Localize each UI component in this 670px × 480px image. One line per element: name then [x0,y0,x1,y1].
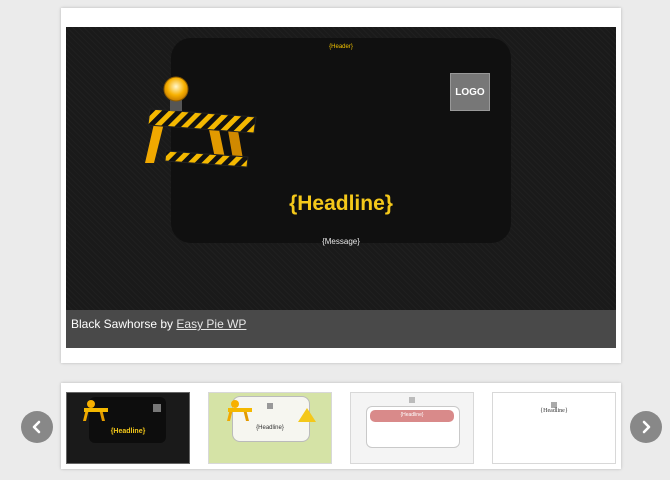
prev-button[interactable] [21,411,53,443]
next-button[interactable] [630,411,662,443]
chevron-right-icon [642,420,651,434]
thumb-headline: {Headline} [400,412,424,418]
thumbnail-green[interactable]: {Headline} [208,392,332,464]
logo-placeholder [153,404,161,412]
caption-bar: Black Sawhorse by Easy Pie WP [66,310,616,348]
author-link[interactable]: Easy Pie WP [176,317,246,331]
thumbnail-red-band[interactable]: {Headline} [350,392,474,464]
header-placeholder: {Header} [329,44,353,50]
thumbnail-strip: {Headline} {Headline} {Headline} {Headli… [61,383,621,469]
thumb-headline: {Headline} [256,425,284,431]
thumb-headline: {Headline} [110,428,146,435]
thumbnail-black-sawhorse[interactable]: {Headline} [66,392,190,464]
slide-caption: Black Sawhorse by Easy Pie WP [71,317,246,331]
slide-preview: {Header} LOGO {Headline} {Message} Black… [66,27,616,348]
sawhorse-icon [83,400,108,421]
thumbnail-white[interactable]: {Headline} [492,392,616,464]
slide-viewer: {Header} LOGO {Headline} {Message} Black… [61,8,621,363]
chevron-left-icon [32,420,41,434]
sawhorse-icon [227,400,252,421]
caption-text: Black Sawhorse by [71,317,177,331]
logo-placeholder [409,397,415,403]
logo-placeholder: LOGO [450,73,490,111]
headline-placeholder: {Headline} [289,192,393,215]
sawhorse-icon [145,76,257,168]
logo-placeholder [267,403,273,409]
message-text: {Message} [322,237,360,246]
message-placeholder: {Message} [171,237,511,246]
warning-icon [298,408,316,422]
thumb-headline: {Headline} [540,408,568,414]
